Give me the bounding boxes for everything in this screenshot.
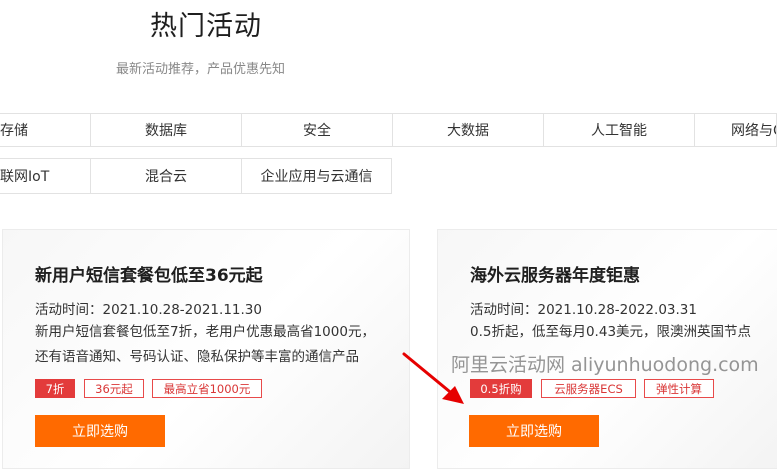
product-tag: 云服务器ECS	[541, 379, 636, 398]
card-title: 新用户短信套餐包低至36元起	[35, 266, 263, 286]
category-ai[interactable]: 人工智能	[543, 113, 695, 147]
card-desc-line: 新用户短信套餐包低至7折，老用户优惠最高省1000元，	[35, 324, 375, 340]
discount-tag: 7折	[35, 379, 75, 398]
category-label: 企业应用与云通信	[260, 169, 373, 185]
category-label: 混合云	[145, 169, 187, 185]
page-title: 热门活动	[150, 11, 262, 42]
category-label: 安全	[303, 123, 331, 139]
card-date: 活动时间：2021.10.28-2022.03.31	[470, 302, 697, 318]
price-tag: 36元起	[84, 379, 144, 398]
category-database[interactable]: 数据库	[90, 113, 242, 147]
category-storage[interactable]: 存储	[0, 113, 91, 147]
category-tag: 弹性计算	[644, 379, 714, 398]
category-label: 人工智能	[591, 123, 647, 139]
category-label: 大数据	[447, 123, 489, 139]
card-date: 活动时间：2021.10.28-2021.11.30	[35, 302, 262, 318]
saving-tag: 最高立省1000元	[152, 379, 262, 398]
annotation-arrow-icon	[402, 352, 464, 404]
watermark-text: 阿里云活动网 aliyunhuodong.com	[451, 354, 759, 376]
category-iot[interactable]: 联网IoT	[0, 158, 91, 194]
buy-now-button[interactable]: 立即选购	[469, 415, 599, 447]
card-title: 海外云服务器年度钜惠	[470, 266, 640, 286]
discount-tag: 0.5折购	[470, 379, 532, 398]
buy-now-button[interactable]: 立即选购	[35, 415, 165, 447]
category-label: 存储	[0, 123, 28, 139]
category-hybrid-cloud[interactable]: 混合云	[90, 158, 242, 194]
category-enterprise-comm[interactable]: 企业应用与云通信	[241, 158, 392, 194]
card-desc-line: 还有语音通知、号码认证、隐私保护等丰富的通信产品	[35, 349, 359, 365]
card-desc-line: 0.5折起，低至每月0.43美元，限澳洲英国节点	[470, 324, 752, 340]
category-security[interactable]: 安全	[241, 113, 393, 147]
page-subtitle: 最新活动推荐，产品优惠先知	[116, 62, 286, 77]
category-label: 网络与C	[731, 123, 776, 139]
category-bigdata[interactable]: 大数据	[392, 113, 544, 147]
category-label: 数据库	[145, 123, 187, 139]
category-label: 联网IoT	[0, 169, 50, 185]
category-network[interactable]: 网络与C	[694, 113, 777, 147]
